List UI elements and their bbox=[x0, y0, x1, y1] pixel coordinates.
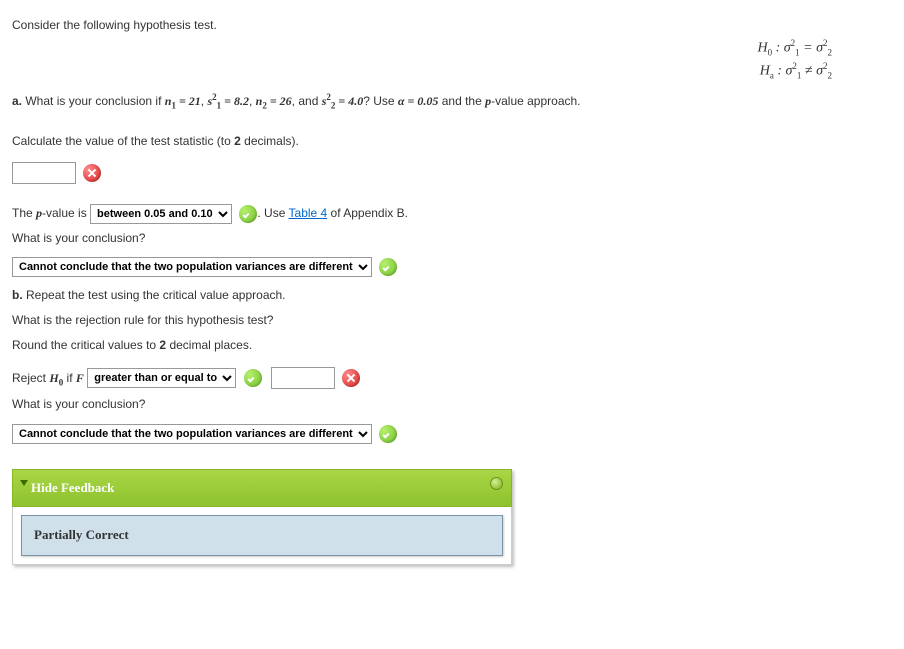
rejection-rule-question: What is the rejection rule for this hypo… bbox=[12, 309, 892, 332]
test-statistic-input[interactable] bbox=[12, 162, 76, 184]
intro-text: Consider the following hypothesis test. bbox=[12, 14, 892, 37]
conclusion-question-a: What is your conclusion? bbox=[12, 227, 892, 250]
question-content: Consider the following hypothesis test. … bbox=[12, 14, 892, 565]
critical-value-input[interactable] bbox=[271, 367, 335, 389]
feedback-header[interactable]: Hide Feedback bbox=[12, 469, 512, 508]
pvalue-line: The p-value is between 0.05 and 0.10 . U… bbox=[12, 202, 892, 225]
feedback-panel: Hide Feedback Partially Correct bbox=[12, 469, 512, 565]
feedback-status: Partially Correct bbox=[21, 515, 503, 556]
incorrect-icon bbox=[83, 164, 101, 182]
part-a-question: a. What is your conclusion if n1 = 21, s… bbox=[12, 89, 892, 114]
correct-icon bbox=[244, 369, 262, 387]
round-instruction: Round the critical values to 2 decimal p… bbox=[12, 334, 892, 357]
reject-operator-select[interactable]: greater than or equal to bbox=[87, 368, 236, 388]
incorrect-icon bbox=[342, 369, 360, 387]
hypotheses: H0 : σ21 = σ22 Ha : σ21 ≠ σ22 bbox=[12, 37, 892, 83]
correct-icon bbox=[379, 258, 397, 276]
reject-rule-line: Reject H0 if F greater than or equal to bbox=[12, 367, 892, 391]
caret-down-icon bbox=[20, 480, 28, 486]
feedback-circle-icon bbox=[490, 477, 503, 490]
conclusion-select-b[interactable]: Cannot conclude that the two population … bbox=[12, 424, 372, 444]
part-b-text: b. Repeat the test using the critical va… bbox=[12, 284, 892, 307]
correct-icon bbox=[239, 205, 257, 223]
pvalue-select[interactable]: between 0.05 and 0.10 bbox=[90, 204, 232, 224]
conclusion-question-b: What is your conclusion? bbox=[12, 393, 892, 416]
feedback-header-label: Hide Feedback bbox=[31, 480, 114, 495]
calc-instruction: Calculate the value of the test statisti… bbox=[12, 130, 892, 153]
conclusion-select-a[interactable]: Cannot conclude that the two population … bbox=[12, 257, 372, 277]
correct-icon bbox=[379, 425, 397, 443]
table-4-link[interactable]: Table 4 bbox=[289, 206, 328, 220]
